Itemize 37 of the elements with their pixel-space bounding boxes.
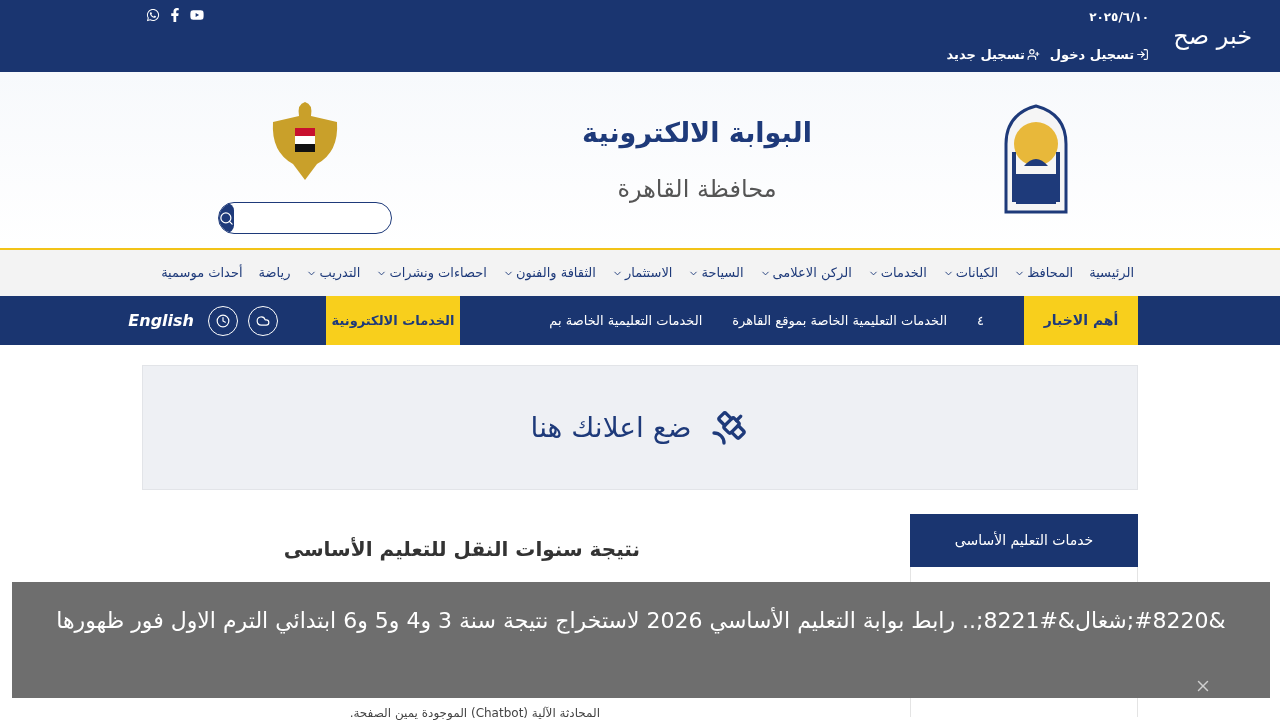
register-link[interactable]: تسجيل جديد [946,44,1040,64]
nav-item[interactable]: الركن الاعلامى [759,263,852,283]
portal-title: البوابة الالكترونية [582,115,812,151]
date-text: ٢٠٢٥/٦/١٠ [1088,9,1150,26]
search-button[interactable] [219,203,234,233]
nav-item[interactable]: أحداث موسمية [161,263,243,283]
login-link[interactable]: تسجيل دخول [1049,44,1150,64]
nav-item[interactable]: المحافظ [1014,263,1074,283]
caption-text: &#8220;شغال&#8221;.. رابط بوابة التعليم الأساسي 2026 لاستخراج نتيجة سنة 3 و4 و5 و6 ابتدائي الترم الاول فور ظهورها [56,606,1226,636]
user-plus-icon [1026,47,1040,61]
nav-item[interactable]: احصاءات ونشرات [376,263,487,283]
whatsapp-icon[interactable] [146,8,160,22]
youtube-icon[interactable] [190,8,204,22]
ad-banner[interactable]: ضع اعلانك هنا [142,365,1138,490]
search-icon [219,210,234,226]
language-link[interactable]: English [128,308,194,333]
nav-item[interactable]: التدريب [306,263,361,283]
news-label: أهم الاخبار [1024,296,1138,345]
nav-item[interactable]: الخدمات [867,263,927,283]
login-icon [1136,47,1150,61]
sidebar-header: خدمات التعليم الأساسى [910,514,1138,567]
search-field[interactable] [218,202,392,234]
nav-item[interactable]: الاستثمار [611,263,673,283]
site-logo[interactable]: خبر صح [1173,18,1252,54]
nav-item[interactable]: الرئيسية [1089,263,1134,283]
article-title: نتيجة سنوات النقل للتعليم الأساسى [282,536,640,563]
nav-item[interactable]: الثقافة والفنون [502,263,596,283]
nav-item[interactable]: الكيانات [942,263,999,283]
news-ticker-item[interactable]: الخدمات التعليمية الخاصة بموقع القاهرة [732,310,947,331]
article-text: المحادثة الآلية (Chatbot) الموجودة يمين الصفحة. [348,705,601,720]
portal-subtitle: محافظة القاهرة [617,174,777,206]
news-ticker-item[interactable]: الخدمات التعليمية الخاصة بم [549,310,703,331]
nav-item[interactable]: السياحة [688,263,744,283]
eservices-tab[interactable]: الخدمات الالكترونية [326,296,460,345]
facebook-icon[interactable] [168,8,182,22]
news-ticker-item[interactable]: ٤ [977,310,984,331]
nav-item[interactable]: رياضة [258,263,291,283]
